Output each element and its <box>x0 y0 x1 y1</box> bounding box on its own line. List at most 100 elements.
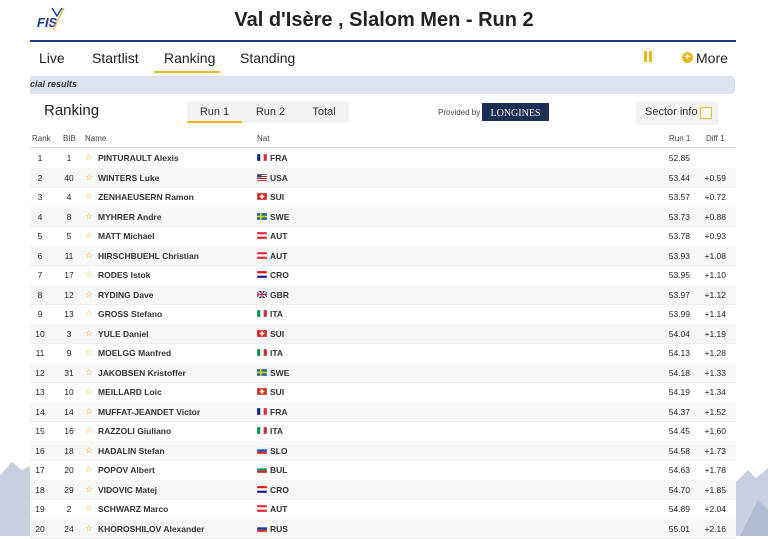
bib-cell: 2 <box>58 504 80 514</box>
favorite-star-icon[interactable]: ☆ <box>85 406 93 417</box>
provided-by-label: Provided by <box>438 108 480 117</box>
table-row[interactable]: 11☆PINTURAULT AlexisFRA52.85 <box>30 148 736 169</box>
country-flag-icon <box>257 525 267 532</box>
tab-ranking[interactable]: Ranking <box>164 50 215 66</box>
favorite-star-icon[interactable]: ☆ <box>85 367 93 378</box>
table-row[interactable]: 103☆YULE DanielSUI54.04+1.19 <box>30 324 736 345</box>
bib-cell: 11 <box>58 251 80 261</box>
table-row[interactable]: 1829☆VIDOVIC MatejCRO54.70+1.85 <box>30 480 736 501</box>
athlete-name[interactable]: KHOROSHILOV Alexander <box>98 524 204 534</box>
ranking-heading: Ranking <box>44 102 99 119</box>
athlete-name[interactable]: MOELGG Manfred <box>98 348 171 358</box>
athlete-name[interactable]: JAKOBSEN Kristoffer <box>98 368 186 378</box>
favorite-star-icon[interactable]: ☆ <box>85 308 93 319</box>
rank-cell: 3 <box>30 192 50 202</box>
nation-cell: ITA <box>270 348 283 358</box>
table-row[interactable]: 119☆MOELGG ManfredITA54.13+1.28 <box>30 343 736 364</box>
athlete-name[interactable]: VIDOVIC Matej <box>98 485 157 495</box>
sector-info-toggle[interactable]: Sector info <box>636 101 719 125</box>
col-rank: Rank <box>32 134 51 143</box>
athlete-name[interactable]: RYDING Dave <box>98 290 153 300</box>
more-icon[interactable]: + <box>682 52 693 63</box>
table-row[interactable]: 1414☆MUFFAT-JEANDET VictorFRA54.37+1.52 <box>30 402 736 423</box>
table-row[interactable]: 1231☆JAKOBSEN KristofferSWE54.18+1.33 <box>30 363 736 384</box>
favorite-star-icon[interactable]: ☆ <box>85 386 93 397</box>
table-row[interactable]: 1618☆HADALIN StefanSLO54.58+1.73 <box>30 441 736 462</box>
tab-run-2[interactable]: Run 2 <box>243 101 298 123</box>
diff-cell: +1.28 <box>694 348 726 358</box>
run-tabs: Run 1 Run 2 Total <box>187 101 349 123</box>
table-row[interactable]: 34☆ZENHAEUSERN RamonSUI53.57+0.72 <box>30 187 736 208</box>
favorite-star-icon[interactable]: ☆ <box>85 328 93 339</box>
tab-run-1[interactable]: Run 1 <box>187 101 242 123</box>
table-row[interactable]: 240☆WINTERS LukeUSA53.44+0.59 <box>30 168 736 189</box>
favorite-star-icon[interactable]: ☆ <box>85 523 93 534</box>
table-row[interactable]: 48☆MYHRER AndreSWE53.73+0.88 <box>30 207 736 228</box>
athlete-name[interactable]: MATT Michael <box>98 231 155 241</box>
diff-cell: +0.93 <box>694 231 726 241</box>
more-button[interactable]: More <box>696 50 728 66</box>
athlete-name[interactable]: GROSS Stefano <box>98 309 162 319</box>
athlete-name[interactable]: MEILLARD Loic <box>98 387 162 397</box>
sector-info-checkbox[interactable] <box>700 107 712 119</box>
table-row[interactable]: 1516☆RAZZOLI GiulianoITA54.45+1.60 <box>30 421 736 442</box>
athlete-name[interactable]: RODES Istok <box>98 270 150 280</box>
favorite-star-icon[interactable]: ☆ <box>85 269 93 280</box>
athlete-name[interactable]: WINTERS Luke <box>98 173 159 183</box>
bib-cell: 24 <box>58 524 80 534</box>
diff-cell: +1.60 <box>694 426 726 436</box>
favorite-star-icon[interactable]: ☆ <box>85 445 93 456</box>
col-run1[interactable]: Run 1 <box>669 134 690 143</box>
favorite-star-icon[interactable]: ☆ <box>85 191 93 202</box>
favorite-star-icon[interactable]: ☆ <box>85 172 93 183</box>
favorite-star-icon[interactable]: ☆ <box>85 230 93 241</box>
country-flag-icon <box>257 408 267 415</box>
rank-cell: 14 <box>30 407 50 417</box>
athlete-name[interactable]: YULE Daniel <box>98 329 149 339</box>
athlete-name[interactable]: RAZZOLI Giuliano <box>98 426 171 436</box>
tab-total[interactable]: Total <box>299 101 349 123</box>
nation-cell: CRO <box>270 485 289 495</box>
nation-cell: SWE <box>270 368 289 378</box>
table-row[interactable]: 913☆GROSS StefanoITA53.99+1.14 <box>30 304 736 325</box>
athlete-name[interactable]: MUFFAT-JEANDET Victor <box>98 407 200 417</box>
athlete-name[interactable]: SCHWARZ Marco <box>98 504 168 514</box>
rank-cell: 13 <box>30 387 50 397</box>
favorite-star-icon[interactable]: ☆ <box>85 211 93 222</box>
tab-live[interactable]: Live <box>39 50 65 66</box>
tab-startlist[interactable]: Startlist <box>92 50 139 66</box>
favorite-star-icon[interactable]: ☆ <box>85 347 93 358</box>
athlete-name[interactable]: MYHRER Andre <box>98 212 161 222</box>
tab-standing[interactable]: Standing <box>240 50 295 66</box>
pause-icon[interactable] <box>644 51 654 63</box>
bib-cell: 1 <box>58 153 80 163</box>
athlete-name[interactable]: HIRSCHBUEHL Christian <box>98 251 199 261</box>
athlete-name[interactable]: PINTURAULT Alexis <box>98 153 179 163</box>
athlete-name[interactable]: ZENHAEUSERN Ramon <box>98 192 194 202</box>
col-name: Name <box>85 134 106 143</box>
results-panel: Live Startlist Ranking Standing + More c… <box>30 40 736 538</box>
bib-cell: 4 <box>58 192 80 202</box>
favorite-star-icon[interactable]: ☆ <box>85 289 93 300</box>
favorite-star-icon[interactable]: ☆ <box>85 425 93 436</box>
bib-cell: 3 <box>58 329 80 339</box>
table-row[interactable]: 611☆HIRSCHBUEHL ChristianAUT53.93+1.08 <box>30 246 736 267</box>
rank-cell: 11 <box>30 348 50 358</box>
table-row[interactable]: 1720☆POPOV AlbertBUL54.63+1.78 <box>30 460 736 481</box>
table-row[interactable]: 717☆RODES IstokCRO53.95+1.10 <box>30 265 736 286</box>
favorite-star-icon[interactable]: ☆ <box>85 484 93 495</box>
favorite-star-icon[interactable]: ☆ <box>85 152 93 163</box>
table-row[interactable]: 1310☆MEILLARD LoicSUI54.19+1.34 <box>30 382 736 403</box>
favorite-star-icon[interactable]: ☆ <box>85 503 93 514</box>
athlete-name[interactable]: POPOV Albert <box>98 465 155 475</box>
table-header: Rank BIB Name Nat Run 1 Diff 1 <box>30 132 736 148</box>
favorite-star-icon[interactable]: ☆ <box>85 250 93 261</box>
bib-cell: 31 <box>58 368 80 378</box>
table-row[interactable]: 55☆MATT MichaelAUT53.78+0.93 <box>30 226 736 247</box>
table-row[interactable]: 812☆RYDING DaveGBR53.97+1.12 <box>30 285 736 306</box>
athlete-name[interactable]: HADALIN Stefan <box>98 446 165 456</box>
diff-cell: +1.19 <box>694 329 726 339</box>
table-row[interactable]: 192☆SCHWARZ MarcoAUT54.89+2.04 <box>30 499 736 520</box>
favorite-star-icon[interactable]: ☆ <box>85 464 93 475</box>
nation-cell: USA <box>270 173 288 183</box>
